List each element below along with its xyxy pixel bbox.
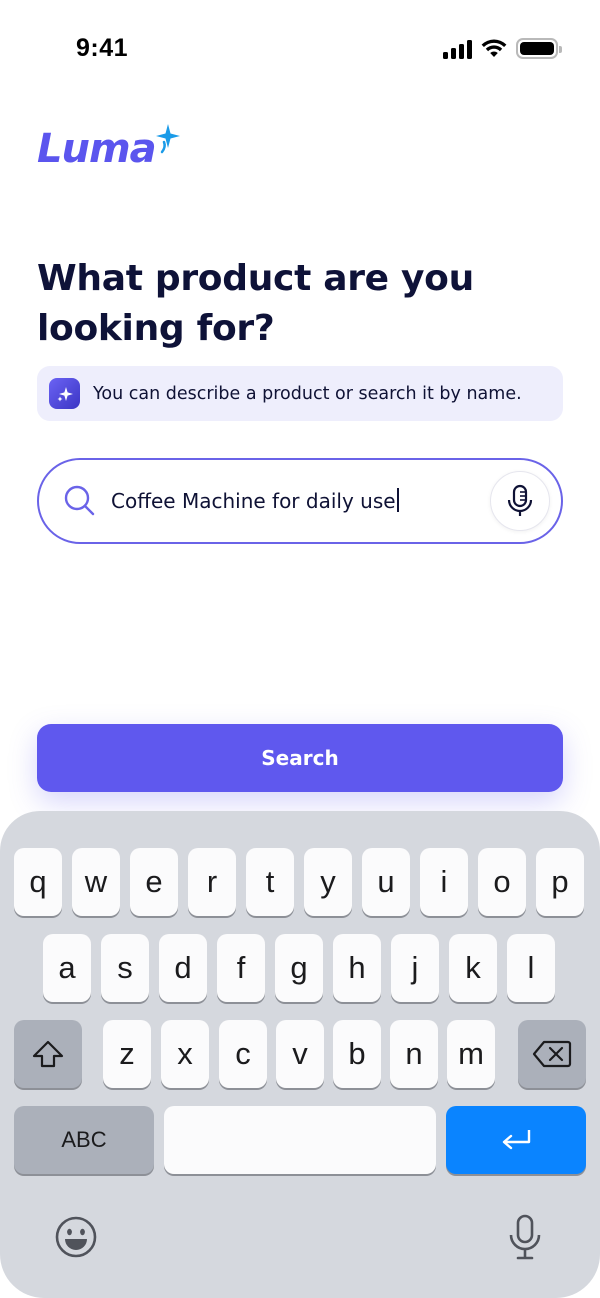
return-icon [502,1130,531,1150]
key-d[interactable]: d [159,934,207,1002]
key-e[interactable]: e [130,848,178,916]
shift-icon [32,1040,64,1068]
hint-text: You can describe a product or search it … [93,383,522,404]
microphone-icon [507,484,533,516]
key-f[interactable]: f [217,934,265,1002]
key-u[interactable]: u [362,848,410,916]
status-time: 9:41 [76,34,129,62]
emoji-button[interactable] [54,1215,98,1259]
sparkles-icon [49,378,80,409]
key-l[interactable]: l [507,934,555,1002]
key-i[interactable]: i [420,848,468,916]
emoji-icon [55,1216,97,1258]
key-p[interactable]: p [536,848,584,916]
status-bar: 9:41 [0,0,600,100]
return-key[interactable] [446,1106,586,1174]
key-n[interactable]: n [390,1020,438,1088]
dictation-icon [509,1214,541,1260]
key-g[interactable]: g [275,934,323,1002]
key-y[interactable]: y [304,848,352,916]
key-h[interactable]: h [333,934,381,1002]
search-button[interactable]: Search [37,724,563,792]
voice-search-button[interactable] [490,471,550,531]
status-icons [443,38,562,59]
dictation-button[interactable] [506,1213,544,1263]
key-k[interactable]: k [449,934,497,1002]
key-r[interactable]: r [188,848,236,916]
key-o[interactable]: o [478,848,526,916]
cellular-signal-icon [443,39,472,59]
search-input[interactable]: Coffee Machine for daily use [37,458,563,544]
key-x[interactable]: x [161,1020,209,1088]
hint-banner: You can describe a product or search it … [37,366,563,421]
abc-mode-key[interactable]: ABC [14,1106,154,1174]
space-key[interactable] [164,1106,436,1174]
key-a[interactable]: a [43,934,91,1002]
key-s[interactable]: s [101,934,149,1002]
key-j[interactable]: j [391,934,439,1002]
delete-key[interactable] [518,1020,586,1088]
page-title: What product are you looking for? [37,258,474,349]
key-c[interactable]: c [219,1020,267,1088]
key-t[interactable]: t [246,848,294,916]
sparkle-icon [156,124,180,154]
key-b[interactable]: b [333,1020,381,1088]
shift-key[interactable] [14,1020,82,1088]
search-icon [64,485,95,516]
key-m[interactable]: m [447,1020,495,1088]
key-q[interactable]: q [14,848,62,916]
delete-icon [532,1040,572,1068]
logo-text: Luma [37,126,157,172]
key-v[interactable]: v [276,1020,324,1088]
app-logo: Luma [37,124,180,182]
wifi-icon [481,39,507,57]
onscreen-keyboard: q w e r t y u i o p a s d f g h j k l z … [0,811,600,1298]
key-z[interactable]: z [103,1020,151,1088]
search-value-wrapper[interactable]: Coffee Machine for daily use [111,488,399,513]
search-value[interactable]: Coffee Machine for daily use [111,489,396,513]
text-caret [396,488,399,512]
key-w[interactable]: w [72,848,120,916]
battery-icon [516,38,562,59]
